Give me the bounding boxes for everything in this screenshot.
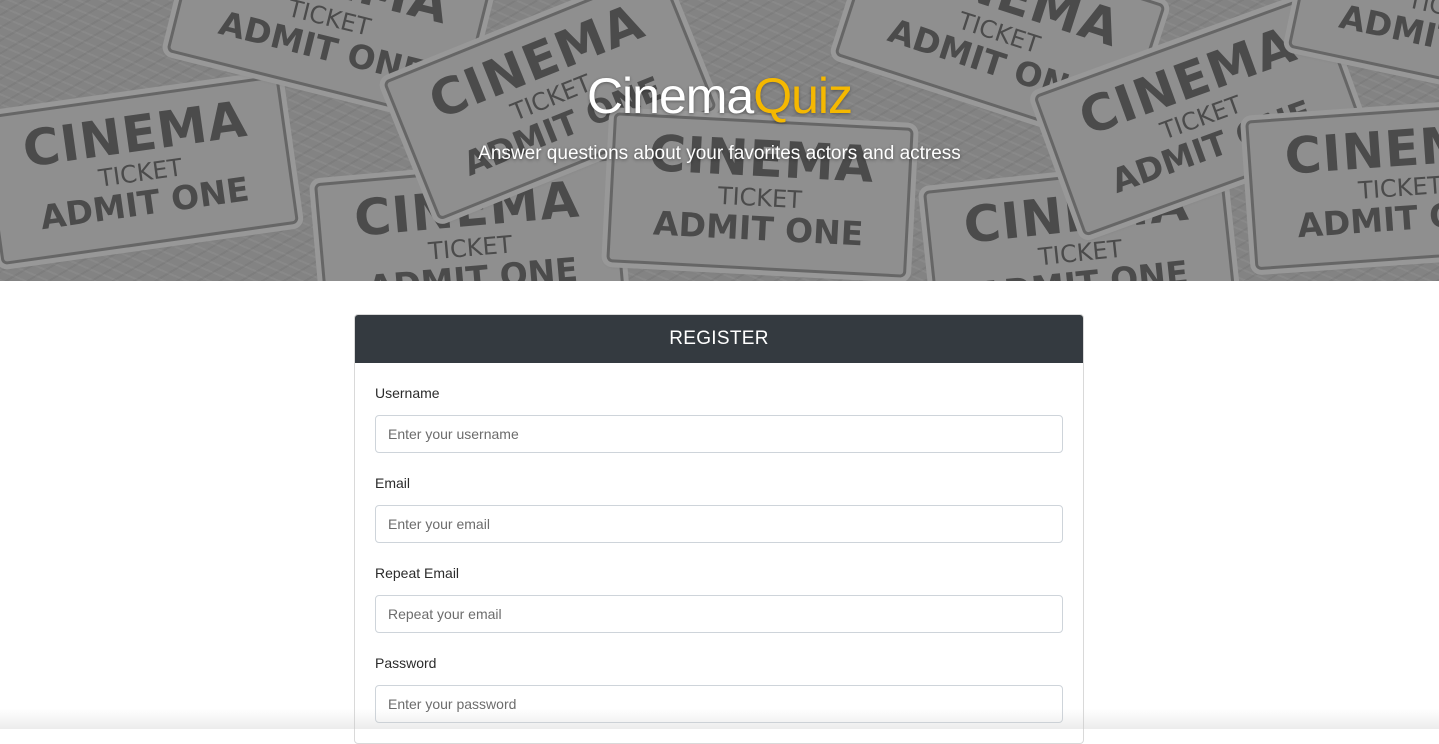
repeat-email-input[interactable] bbox=[375, 595, 1063, 633]
register-title: REGISTER bbox=[355, 315, 1083, 363]
logo-text-cinema: Cinema bbox=[586, 68, 754, 124]
logo-text-quiz: Quiz bbox=[753, 68, 853, 124]
password-label: Password bbox=[375, 655, 437, 671]
username-input[interactable] bbox=[375, 415, 1063, 453]
username-label: Username bbox=[375, 385, 440, 401]
repeat-email-group: Repeat Email bbox=[375, 563, 1063, 633]
username-group: Username bbox=[375, 383, 1063, 453]
repeat-email-label: Repeat Email bbox=[375, 565, 460, 581]
tagline: Answer questions about your favorites ac… bbox=[478, 143, 961, 164]
site-logo[interactable]: CinemaQuiz bbox=[0, 66, 1439, 126]
register-card: REGISTER Username Email Repeat Email Pas… bbox=[354, 314, 1084, 744]
email-label: Email bbox=[375, 475, 411, 491]
email-input[interactable] bbox=[375, 505, 1063, 543]
password-group: Password bbox=[375, 653, 1063, 723]
register-form: Username Email Repeat Email Password bbox=[355, 363, 1083, 723]
password-input[interactable] bbox=[375, 685, 1063, 723]
hero-banner: CINEMA TICKET ADMIT ONE CINEMA TICKET AD… bbox=[0, 0, 1439, 281]
email-group: Email bbox=[375, 473, 1063, 543]
hero-overlay bbox=[0, 0, 1439, 281]
